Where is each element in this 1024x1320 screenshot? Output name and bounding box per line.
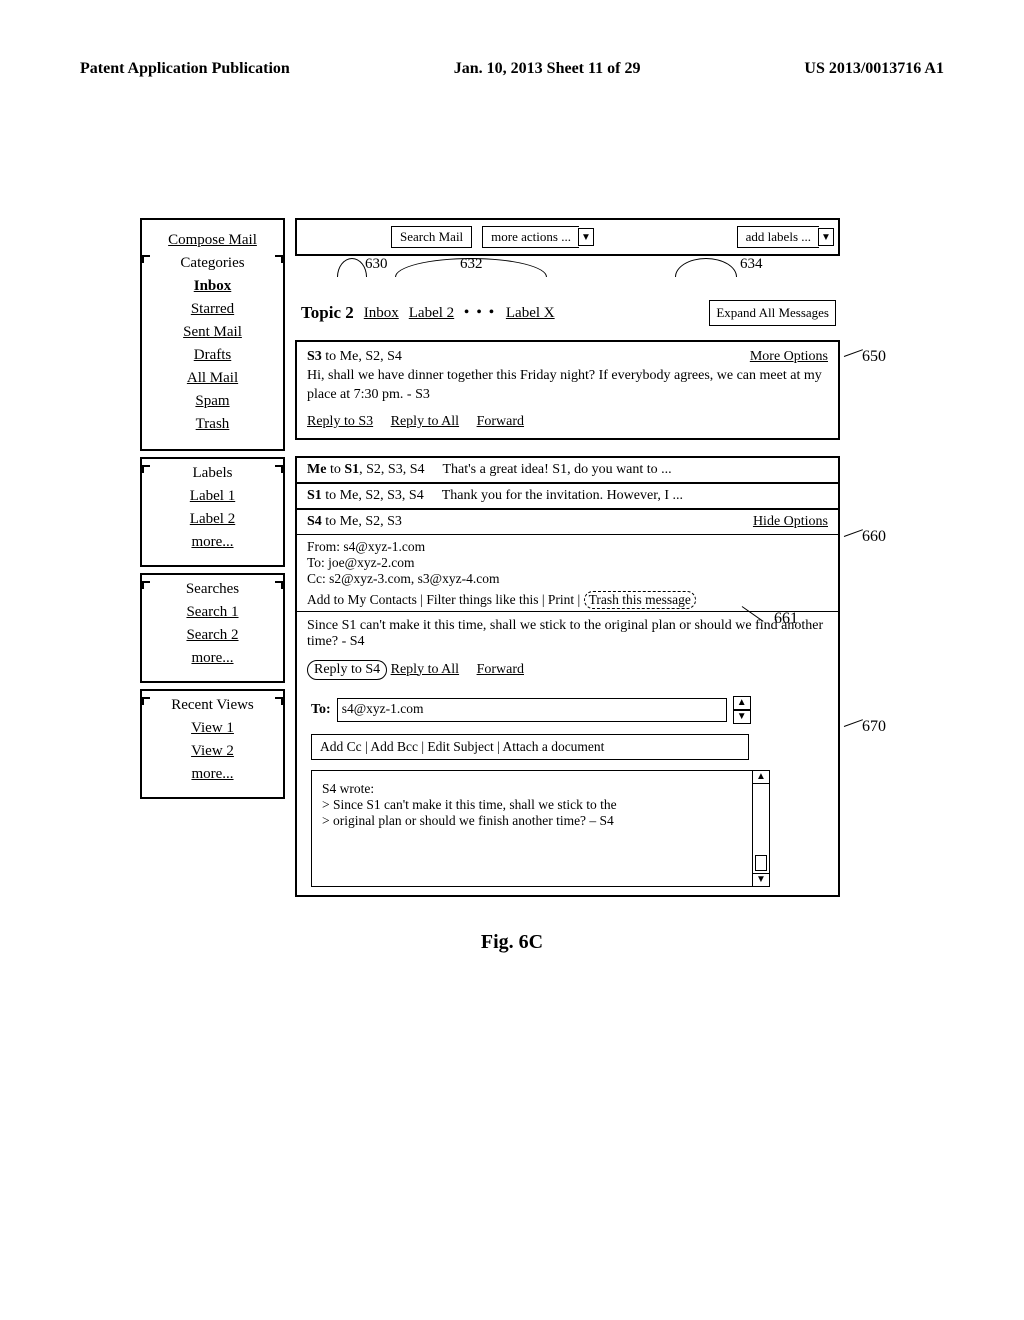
message-metadata: From: s4@xyz-1.com To: joe@xyz-2.com Cc:…	[297, 534, 838, 591]
sidebar-recent-more[interactable]: more...	[144, 766, 281, 783]
dropdown-arrow-icon: ▼	[818, 228, 834, 246]
sidebar-search-2[interactable]: Search 2	[144, 627, 281, 644]
more-options-link[interactable]: More Options	[750, 348, 828, 367]
reply-link[interactable]: Reply to S3	[307, 414, 373, 429]
recent-views-heading: Recent Views	[144, 697, 281, 714]
scroll-down-icon[interactable]: ▼	[753, 873, 769, 886]
message-participants: Me to S1, S2, S3, S4	[307, 462, 424, 478]
dropdown-arrow-icon: ▼	[578, 228, 594, 246]
textarea-scrollbar[interactable]: ▲ ▼	[753, 770, 770, 887]
message-card: S3 to Me, S2, S4 More Options Hi, shall …	[295, 340, 840, 440]
sidebar-sent-mail[interactable]: Sent Mail	[144, 324, 281, 341]
ref-670: 670	[862, 718, 886, 736]
topic-label-inbox[interactable]: Inbox	[364, 305, 399, 322]
forward-link[interactable]: Forward	[477, 662, 524, 677]
ref-650: 650	[862, 348, 886, 366]
forward-link[interactable]: Forward	[477, 414, 524, 429]
reply-link[interactable]: Reply to S4	[307, 660, 387, 680]
reply-compose-panel: To: s4@xyz-1.com ▲ ▼ Add Cc | Add Bcc | …	[297, 688, 838, 895]
sidebar-view-2[interactable]: View 2	[144, 743, 281, 760]
trash-this-message[interactable]: Trash this message	[584, 591, 696, 609]
reply-all-link[interactable]: Reply to All	[391, 662, 459, 677]
sidebar-trash[interactable]: Trash	[144, 416, 281, 433]
message-meta-actions: Add to My Contacts | Filter things like …	[297, 591, 838, 611]
sidebar-searches-more[interactable]: more...	[144, 650, 281, 667]
meta-cc: Cc: s2@xyz-3.com, s3@xyz-4.com	[307, 571, 828, 587]
sidebar-label-1[interactable]: Label 1	[144, 488, 281, 505]
hide-options-link[interactable]: Hide Options	[753, 514, 828, 530]
label-ellipsis: • • •	[464, 305, 496, 321]
header-right: US 2013/0013716 A1	[804, 60, 944, 78]
sidebar-drafts[interactable]: Drafts	[144, 347, 281, 364]
callout-row: 630 632 634	[295, 258, 840, 294]
message-body: Hi, shall we have dinner together this F…	[307, 367, 828, 405]
sidebar: Compose Mail Categories Inbox Starred Se…	[140, 218, 285, 897]
to-label: To:	[311, 702, 331, 718]
labels-heading: Labels	[144, 465, 281, 482]
reply-all-link[interactable]: Reply to All	[391, 414, 459, 429]
message-snippet: That's a great idea! S1, do you want to …	[442, 462, 671, 478]
meta-to: To: joe@xyz-2.com	[307, 555, 828, 571]
header-center: Jan. 10, 2013 Sheet 11 of 29	[454, 60, 641, 78]
message-snippet: Thank you for the invitation. However, I…	[442, 488, 683, 504]
scroll-up-icon[interactable]: ▲	[733, 696, 751, 710]
patent-doc-header: Patent Application Publication Jan. 10, …	[80, 60, 944, 78]
compose-textarea[interactable]: S4 wrote: > Since S1 can't make it this …	[311, 770, 753, 887]
toolbar: Search Mail more actions ... ▼ add label…	[295, 218, 840, 256]
ref-632: 632	[460, 256, 483, 273]
figure-caption: Fig. 6C	[80, 931, 944, 954]
sidebar-label-2[interactable]: Label 2	[144, 511, 281, 528]
compose-options[interactable]: Add Cc | Add Bcc | Edit Subject | Attach…	[311, 734, 749, 760]
collapsed-message[interactable]: Me to S1, S2, S3, S4 That's a great idea…	[295, 456, 840, 484]
scrollbar-thumb[interactable]	[755, 855, 767, 871]
meta-from: From: s4@xyz-1.com	[307, 539, 828, 555]
sidebar-inbox[interactable]: Inbox	[144, 278, 281, 295]
sidebar-view-1[interactable]: View 1	[144, 720, 281, 737]
conversation-header: Topic 2 Inbox Label 2 • • • Label X Expa…	[295, 296, 840, 334]
topic-title: Topic 2	[301, 303, 354, 323]
sidebar-search-1[interactable]: Search 1	[144, 604, 281, 621]
to-field[interactable]: s4@xyz-1.com	[337, 698, 727, 722]
more-actions-dropdown[interactable]: more actions ... ▼	[482, 226, 594, 248]
scroll-down-icon[interactable]: ▼	[733, 710, 751, 724]
topic-label-2[interactable]: Label 2	[409, 305, 454, 322]
searches-heading: Searches	[144, 581, 281, 598]
expand-all-button[interactable]: Expand All Messages	[709, 300, 836, 326]
sidebar-labels-more[interactable]: more...	[144, 534, 281, 551]
ref-661: 661	[774, 610, 798, 628]
message-participants: S3 to Me, S2, S4	[307, 348, 402, 367]
ref-630: 630	[365, 256, 388, 273]
message-participants: S1 to Me, S2, S3, S4	[307, 488, 424, 504]
sidebar-spam[interactable]: Spam	[144, 393, 281, 410]
topic-label-x[interactable]: Label X	[506, 305, 555, 322]
header-left: Patent Application Publication	[80, 60, 290, 78]
scroll-up-icon[interactable]: ▲	[753, 771, 769, 784]
sidebar-all-mail[interactable]: All Mail	[144, 370, 281, 387]
sidebar-starred[interactable]: Starred	[144, 301, 281, 318]
collapsed-message[interactable]: S1 to Me, S2, S3, S4 Thank you for the i…	[295, 484, 840, 510]
compose-mail-link[interactable]: Compose Mail	[144, 232, 281, 249]
message-participants: S4 to Me, S2, S3	[307, 514, 402, 530]
search-mail-button[interactable]: Search Mail	[391, 226, 472, 248]
ref-634: 634	[740, 256, 763, 273]
add-labels-dropdown[interactable]: add labels ... ▼	[737, 226, 834, 248]
ref-660: 660	[862, 528, 886, 546]
main-pane: Search Mail more actions ... ▼ add label…	[295, 218, 840, 897]
expanded-message: S4 to Me, S2, S3 Hide Options From: s4@x…	[295, 510, 840, 897]
categories-heading: Categories	[144, 255, 281, 272]
